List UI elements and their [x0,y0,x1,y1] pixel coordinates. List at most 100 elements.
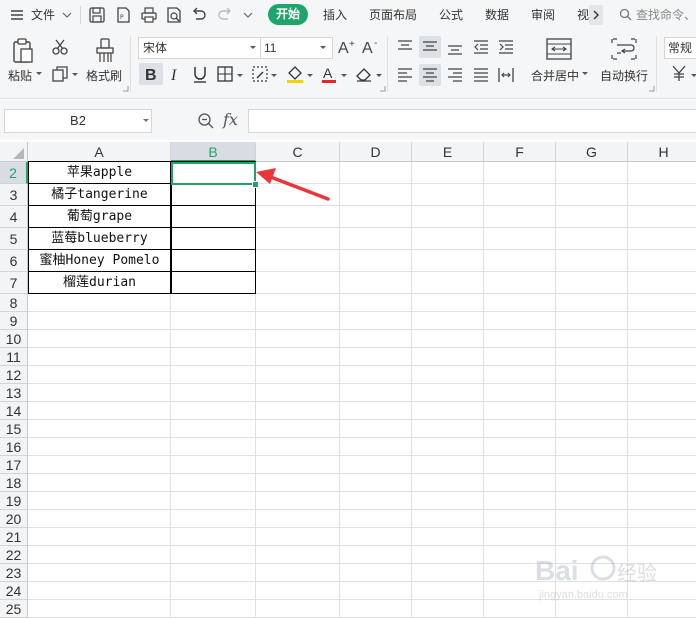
currency-dropdown-icon[interactable] [690,72,696,80]
cell-d17[interactable] [340,456,412,474]
cell-e7[interactable] [412,272,484,294]
row-header-14[interactable]: 14 [0,402,28,420]
decrease-font-size-icon[interactable]: A- [362,38,382,56]
cell-e25[interactable] [412,600,484,618]
font-name-select[interactable]: 宋体 [138,37,264,59]
format-painter-button[interactable]: 格式刷 [86,67,122,84]
cell-d5[interactable] [340,228,412,250]
cell-f3[interactable] [484,184,556,206]
cell-f2[interactable] [484,162,556,184]
row-header-17[interactable]: 17 [0,456,28,474]
cell-f16[interactable] [484,438,556,456]
cell-h8[interactable] [628,294,696,312]
hamburger-menu-icon[interactable] [10,8,24,22]
cell-a-value[interactable]: 榴莲durian [28,272,171,294]
cell-a10[interactable] [28,330,171,348]
cell-f9[interactable] [484,312,556,330]
cell-h10[interactable] [628,330,696,348]
cell-d4[interactable] [340,206,412,228]
font-dialog-launcher-icon[interactable] [379,85,386,92]
cell-h16[interactable] [628,438,696,456]
cell-h19[interactable] [628,492,696,510]
search-command-input[interactable]: 查找命令、 [636,4,696,26]
cell-a12[interactable] [28,366,171,384]
cell-d18[interactable] [340,474,412,492]
cell-c12[interactable] [256,366,340,384]
cell-a19[interactable] [28,492,171,510]
fill-color-dropdown-icon[interactable] [306,72,314,80]
cell-d21[interactable] [340,528,412,546]
select-all-corner[interactable] [0,142,28,162]
column-header-d[interactable]: D [340,142,412,162]
print-icon[interactable] [140,6,158,24]
name-box[interactable]: B2 [4,109,152,133]
cell-b10[interactable] [171,330,256,348]
cell-f15[interactable] [484,420,556,438]
cell-e20[interactable] [412,510,484,528]
formula-input[interactable] [248,109,696,133]
cell-d24[interactable] [340,582,412,600]
cell-e24[interactable] [412,582,484,600]
fill-color-icon[interactable] [285,64,305,84]
cell-h11[interactable] [628,348,696,366]
column-header-g[interactable]: G [556,142,628,162]
tab-home[interactable]: 开始 [268,4,308,25]
cell-a9[interactable] [28,312,171,330]
align-left-icon[interactable] [396,66,414,84]
paste-button[interactable]: 粘贴 [8,67,32,84]
cell-e16[interactable] [412,438,484,456]
cell-b22[interactable] [171,546,256,564]
column-header-f[interactable]: F [484,142,556,162]
row-header-6[interactable]: 6 [0,250,28,272]
cell-g17[interactable] [556,456,628,474]
distributed-align-icon[interactable] [497,66,515,84]
cell-d11[interactable] [340,348,412,366]
cell-style-dropdown-icon[interactable] [270,72,278,80]
column-header-a[interactable]: A [28,142,171,162]
cell-b20[interactable] [171,510,256,528]
cell-b15[interactable] [171,420,256,438]
cell-e19[interactable] [412,492,484,510]
cell-c15[interactable] [256,420,340,438]
cell-f17[interactable] [484,456,556,474]
cell-f12[interactable] [484,366,556,384]
cell-g9[interactable] [556,312,628,330]
cell-c25[interactable] [256,600,340,618]
column-header-c[interactable]: C [256,142,340,162]
cell-f10[interactable] [484,330,556,348]
redo-icon[interactable] [216,6,234,24]
cell-e6[interactable] [412,250,484,272]
cell-f8[interactable] [484,294,556,312]
cell-g11[interactable] [556,348,628,366]
cell-g19[interactable] [556,492,628,510]
cell-a20[interactable] [28,510,171,528]
row-header-13[interactable]: 13 [0,384,28,402]
row-header-3[interactable]: 3 [0,184,28,206]
chevron-down-icon[interactable] [249,44,257,52]
row-header-23[interactable]: 23 [0,564,28,582]
cell-b21[interactable] [171,528,256,546]
cell-f11[interactable] [484,348,556,366]
cell-e2[interactable] [412,162,484,184]
cell-g3[interactable] [556,184,628,206]
cell-h15[interactable] [628,420,696,438]
cell-d9[interactable] [340,312,412,330]
cell-c6[interactable] [256,250,340,272]
row-header-12[interactable]: 12 [0,366,28,384]
cell-h5[interactable] [628,228,696,250]
insert-function-button[interactable]: fx [223,110,238,129]
cell-c19[interactable] [256,492,340,510]
cell-h6[interactable] [628,250,696,272]
cell-f19[interactable] [484,492,556,510]
cell-d8[interactable] [340,294,412,312]
cell-h9[interactable] [628,312,696,330]
cell-d25[interactable] [340,600,412,618]
cell-h13[interactable] [628,384,696,402]
cell-c4[interactable] [256,206,340,228]
underline-button[interactable] [190,63,210,85]
cell-d23[interactable] [340,564,412,582]
cell-e3[interactable] [412,184,484,206]
cell-a-value[interactable]: 蜜柚Honey Pomelo [28,250,171,272]
align-right-icon[interactable] [446,66,464,84]
row-header-8[interactable]: 8 [0,294,28,312]
